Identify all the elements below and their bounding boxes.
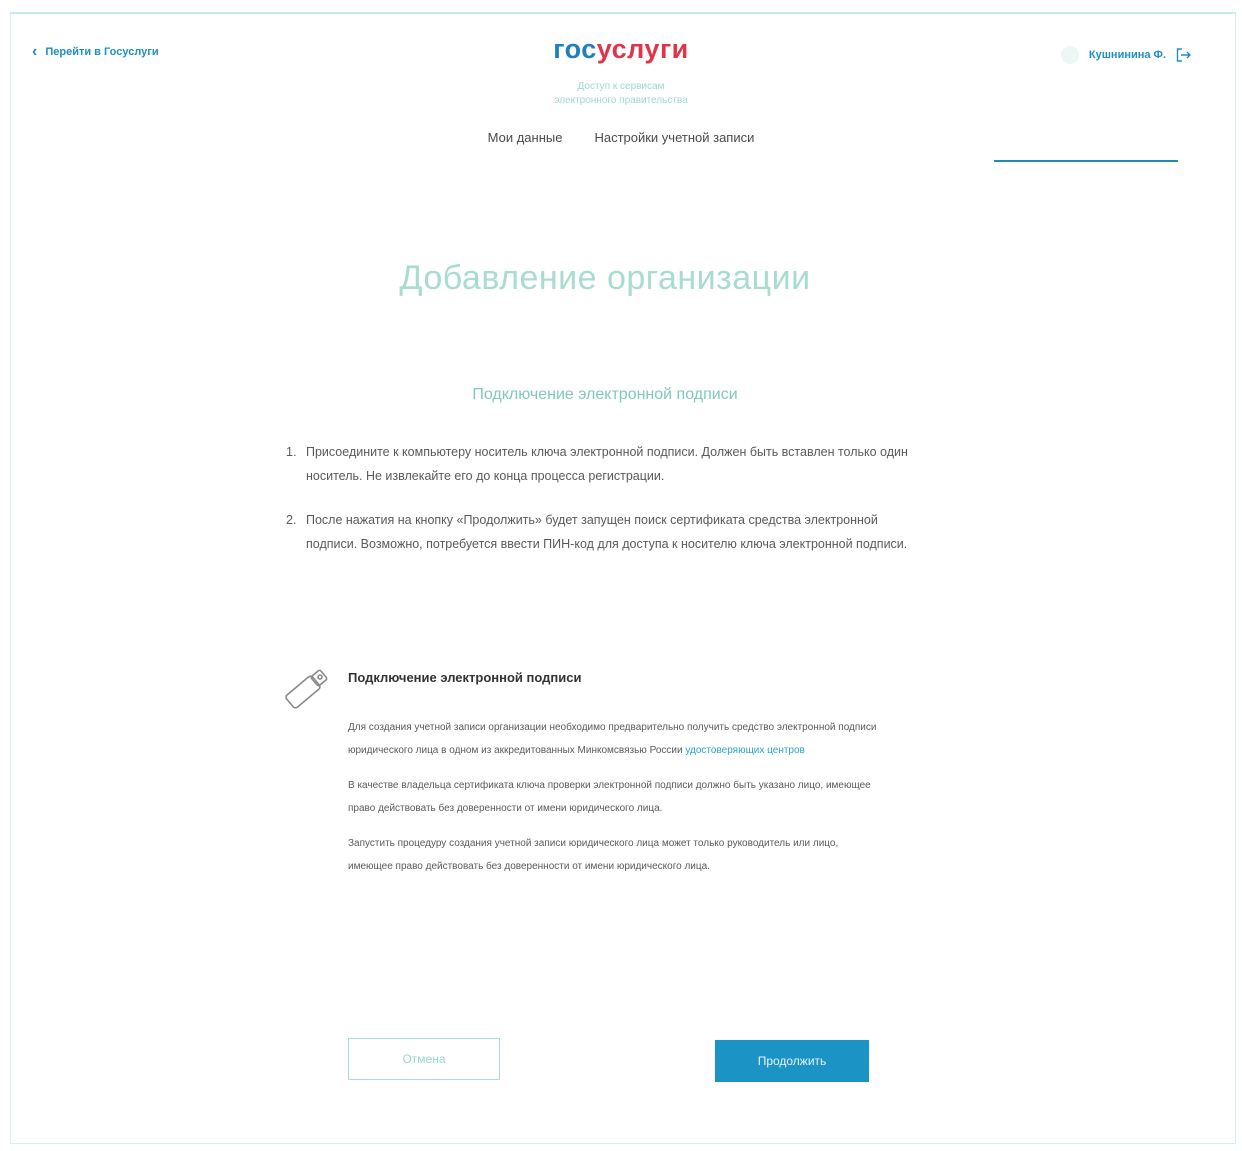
info-body: Для создания учетной записи организации … bbox=[348, 716, 878, 890]
section-title: Подключение электронной подписи bbox=[472, 386, 738, 403]
tagline-line-1: Доступ к сервисам bbox=[577, 81, 665, 92]
list-item: 1. Присоедините к компьютеру носитель кл… bbox=[286, 440, 926, 488]
list-item: 2. После нажатия на кнопку «Продолжить» … bbox=[286, 508, 926, 556]
logout-icon[interactable] bbox=[1176, 48, 1192, 62]
step-text: Присоедините к компьютеру носитель ключа… bbox=[306, 445, 908, 483]
avatar[interactable] bbox=[1060, 46, 1079, 64]
page-title: Добавление организации bbox=[399, 258, 811, 297]
continue-button[interactable]: Продолжить bbox=[715, 1040, 869, 1082]
logo-part-uslugi: услуги bbox=[596, 34, 689, 64]
tab-organizations-active[interactable] bbox=[994, 128, 1178, 162]
logo-part-gos: гос bbox=[553, 34, 597, 64]
logo-tagline: Доступ к сервисам электронного правитель… bbox=[0, 80, 1242, 108]
tab-account-settings[interactable]: Настройки учетной записи bbox=[594, 130, 754, 151]
user-name[interactable]: Кушнинина Ф. bbox=[1089, 49, 1166, 61]
cancel-button[interactable]: Отмена bbox=[348, 1038, 500, 1080]
certification-centers-link[interactable]: удостоверяющих центров bbox=[685, 745, 805, 756]
user-menu: Кушнинина Ф. bbox=[1060, 46, 1192, 64]
gosuslugi-logo[interactable]: госуслуги bbox=[0, 34, 1242, 65]
instructions-list: 1. Присоедините к компьютеру носитель кл… bbox=[286, 440, 926, 576]
info-paragraph-2: В качестве владельца сертификата ключа п… bbox=[348, 780, 871, 814]
info-paragraph-3: Запустить процедуру создания учетной зап… bbox=[348, 838, 839, 872]
step-number: 1. bbox=[286, 445, 297, 459]
step-text: После нажатия на кнопку «Продолжить» буд… bbox=[306, 513, 908, 551]
tab-my-data[interactable]: Мои данные bbox=[488, 130, 563, 151]
info-paragraph: Для создания учетной записи организации … bbox=[348, 716, 878, 762]
info-title: Подключение электронной подписи bbox=[348, 670, 582, 685]
tagline-line-2: электронного правительства bbox=[554, 95, 688, 106]
page-frame bbox=[10, 12, 1236, 1144]
usb-key-icon bbox=[285, 669, 328, 709]
step-number: 2. bbox=[286, 513, 297, 527]
